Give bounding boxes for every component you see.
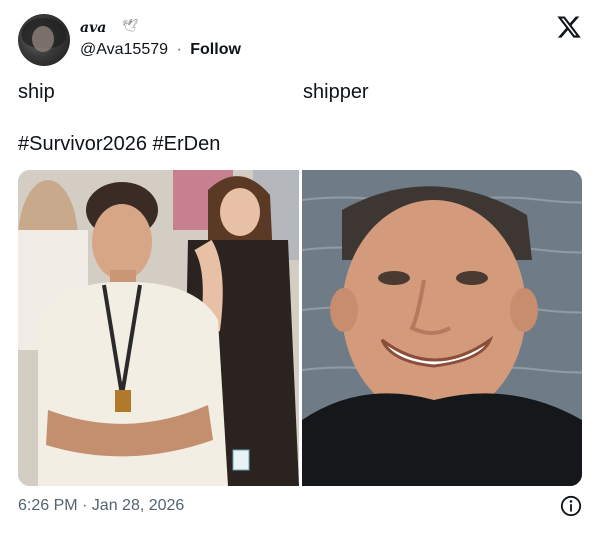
tweet-hashtags[interactable]: #Survivor2026 #ErDen — [18, 133, 220, 156]
photo-couple-illustration — [18, 170, 299, 486]
photo-man-illustration — [302, 170, 582, 486]
dove-emoji: 🕊 — [122, 18, 139, 33]
tweet-text-shipper: shipper — [303, 81, 369, 103]
x-logo-icon[interactable] — [556, 14, 582, 40]
tweet-header: ava 🕊 @Ava15579 · Follow — [18, 14, 582, 66]
media-grid — [18, 170, 582, 486]
avatar[interactable] — [18, 14, 70, 66]
avatar-face-shape — [32, 26, 54, 52]
handle-row: @Ava15579 · Follow — [80, 41, 241, 59]
follow-button[interactable]: Follow — [190, 41, 241, 58]
tweet-text-ship: ship — [18, 81, 55, 103]
photo-couple[interactable] — [18, 170, 299, 486]
user-handle[interactable]: @Ava15579 — [80, 41, 168, 58]
info-icon[interactable] — [560, 495, 582, 517]
separator-dot: · — [176, 41, 182, 58]
photo-man-selfie[interactable] — [302, 170, 582, 486]
tweet-timestamp[interactable]: 6:26 PM · Jan 28, 2026 — [18, 497, 184, 515]
display-name[interactable]: ava — [80, 20, 106, 36]
